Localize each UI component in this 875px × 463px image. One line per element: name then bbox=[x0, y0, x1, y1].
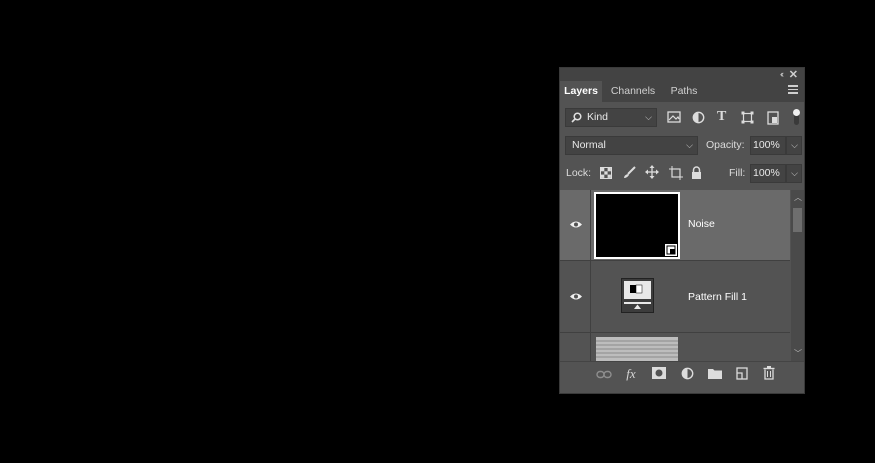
collapse-panel-button[interactable]: ‹‹ bbox=[780, 69, 784, 79]
new-group-icon[interactable] bbox=[708, 367, 724, 379]
blend-row: Normal ⌵ Opacity: 100% ⌵ bbox=[560, 136, 804, 156]
type-filter-icon[interactable]: T bbox=[717, 109, 726, 125]
layer-name[interactable]: Noise bbox=[688, 218, 715, 230]
lock-label: Lock: bbox=[566, 167, 592, 179]
smart-object-filter-icon[interactable] bbox=[767, 111, 779, 125]
add-mask-icon[interactable] bbox=[652, 367, 668, 379]
lock-transparent-pixels-icon[interactable] bbox=[600, 167, 612, 179]
filter-row: Kind ⌵ T bbox=[560, 108, 804, 128]
visibility-eye-icon[interactable] bbox=[569, 292, 583, 301]
delete-layer-icon[interactable] bbox=[763, 366, 779, 380]
scroll-thumb[interactable] bbox=[793, 208, 802, 232]
panel-title-bar: ‹‹ ✕ bbox=[560, 68, 804, 81]
tab-paths[interactable]: Paths bbox=[664, 81, 704, 102]
lock-image-pixels-icon[interactable] bbox=[623, 166, 636, 179]
panel-tab-bar: Layers Channels Paths bbox=[560, 81, 804, 102]
layer-thumbnail bbox=[596, 337, 678, 361]
smart-object-badge-icon bbox=[665, 244, 677, 256]
tab-channels[interactable]: Channels bbox=[604, 81, 662, 102]
layers-list: Noise Pattern Fill 1 bbox=[560, 190, 790, 361]
image-filter-icon[interactable] bbox=[667, 111, 681, 123]
opacity-dropdown[interactable]: ⌵ bbox=[786, 136, 802, 155]
layer-name[interactable]: Pattern Fill 1 bbox=[688, 291, 747, 303]
blend-mode-select[interactable]: Normal ⌵ bbox=[565, 136, 698, 155]
panel-menu-icon[interactable] bbox=[788, 85, 798, 96]
layer-row-pattern-fill[interactable]: Pattern Fill 1 bbox=[560, 261, 790, 333]
filter-kind-select[interactable]: Kind ⌵ bbox=[565, 108, 657, 127]
scroll-down-icon[interactable]: ﹀ bbox=[794, 348, 802, 359]
chevron-down-icon: ⌵ bbox=[645, 112, 652, 122]
lock-position-icon[interactable] bbox=[645, 165, 659, 179]
link-layers-icon[interactable] bbox=[596, 370, 612, 379]
filter-kind-label: Kind bbox=[587, 111, 609, 123]
search-icon bbox=[571, 112, 582, 123]
scroll-up-icon[interactable]: ︿ bbox=[794, 192, 802, 203]
chevron-down-icon: ⌵ bbox=[791, 140, 798, 150]
layers-footer: fx bbox=[560, 361, 804, 387]
filter-toggle-icon[interactable] bbox=[792, 108, 801, 126]
lock-all-icon[interactable] bbox=[691, 166, 702, 179]
fill-label: Fill: bbox=[729, 167, 746, 179]
lock-row: Lock: Fill: 100% ⌵ bbox=[560, 164, 804, 184]
layer-row-noise[interactable]: Noise bbox=[560, 190, 790, 261]
shape-filter-icon[interactable] bbox=[741, 111, 754, 124]
close-panel-button[interactable]: ✕ bbox=[789, 68, 798, 81]
fill-dropdown[interactable]: ⌵ bbox=[786, 164, 802, 183]
opacity-label: Opacity: bbox=[706, 139, 745, 151]
lock-artboard-icon[interactable] bbox=[669, 166, 683, 180]
layer-thumbnail bbox=[594, 192, 680, 259]
opacity-input[interactable]: 100% bbox=[750, 136, 786, 155]
adjustment-layer-icon[interactable] bbox=[681, 367, 697, 380]
chevron-down-icon: ⌵ bbox=[686, 140, 693, 150]
layer-row-partial[interactable] bbox=[560, 333, 790, 361]
fx-icon[interactable]: fx bbox=[623, 366, 639, 382]
tab-layers[interactable]: Layers bbox=[560, 81, 602, 102]
layers-scrollbar[interactable]: ︿ ﹀ bbox=[791, 190, 804, 361]
blend-mode-value: Normal bbox=[572, 139, 606, 151]
adjustment-filter-icon[interactable] bbox=[692, 111, 705, 124]
layers-panel: ‹‹ ✕ Layers Channels Paths Kind ⌵ T Norm… bbox=[559, 67, 805, 394]
new-layer-icon[interactable] bbox=[736, 367, 752, 380]
pattern-fill-thumbnail-icon bbox=[621, 278, 654, 313]
visibility-eye-icon[interactable] bbox=[569, 220, 583, 229]
fill-input[interactable]: 100% bbox=[750, 164, 786, 183]
chevron-down-icon: ⌵ bbox=[791, 168, 798, 178]
